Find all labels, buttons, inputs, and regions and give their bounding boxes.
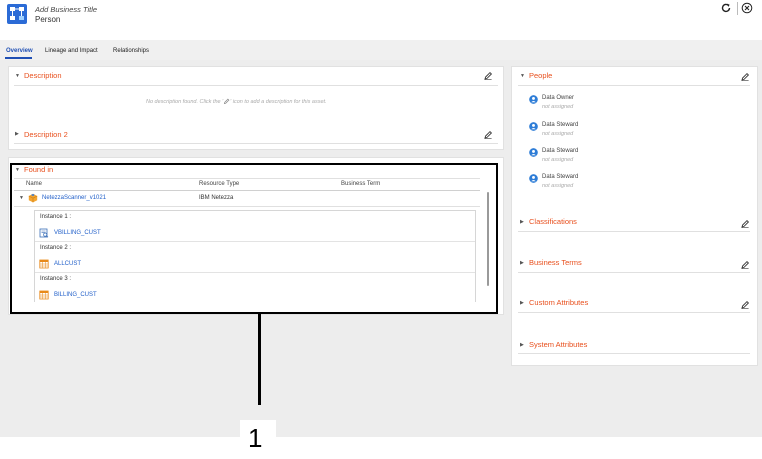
edit-pencil-icon[interactable] — [483, 71, 493, 81]
caret-right-icon[interactable]: ▶ — [520, 300, 524, 306]
business-terms-section-title[interactable]: Business Terms — [529, 258, 582, 267]
caret-right-icon[interactable]: ▶ — [520, 260, 524, 266]
divider — [518, 353, 750, 354]
people-section-title[interactable]: People — [529, 71, 552, 80]
callout-highlight-box — [10, 163, 498, 314]
person-avatar-icon — [529, 95, 538, 104]
edit-pencil-icon[interactable] — [740, 219, 750, 229]
empty-description-text-end: ' icon to add a description for this ass… — [230, 98, 327, 105]
custom-attributes-section-title[interactable]: Custom Attributes — [529, 298, 588, 307]
edit-pencil-icon[interactable] — [740, 260, 750, 270]
edit-pencil-icon[interactable] — [740, 72, 750, 82]
description-section-title[interactable]: Description — [24, 71, 62, 80]
divider — [518, 272, 750, 273]
people-role-value: not assigned — [542, 157, 574, 163]
tab-lineage-and-impact[interactable]: Lineage and Impact — [45, 48, 98, 54]
people-role-label: Data Steward — [542, 122, 579, 128]
description-panel — [8, 66, 504, 150]
person-avatar-icon — [529, 148, 538, 157]
asset-type: Person — [35, 15, 61, 24]
caret-right-icon[interactable]: ▶ — [520, 219, 524, 225]
edit-pencil-icon[interactable] — [740, 300, 750, 310]
divider — [518, 231, 750, 232]
person-avatar-icon — [529, 174, 538, 183]
people-role-label: Data Steward — [542, 174, 579, 180]
people-role-value: not assigned — [542, 131, 574, 137]
description2-section-title[interactable]: Description 2 — [24, 130, 68, 139]
refresh-icon[interactable] — [720, 2, 732, 14]
caret-down-icon[interactable]: ▼ — [15, 73, 20, 79]
callout-leader-line — [258, 314, 261, 405]
callout-number: 1 — [248, 423, 263, 453]
divider — [14, 85, 498, 86]
tab-relationships[interactable]: Relationships — [113, 48, 149, 54]
right-side-panel — [511, 66, 758, 366]
caret-right-icon[interactable]: ▶ — [15, 131, 19, 137]
classifications-section-title[interactable]: Classifications — [529, 217, 577, 226]
divider — [518, 85, 750, 86]
tab-bar: Overview Lineage and Impact Relationship… — [0, 40, 762, 60]
divider — [14, 143, 498, 144]
data-structure-icon — [7, 4, 27, 24]
people-role-label: Data Steward — [542, 148, 579, 154]
empty-description-text-start: No description found. Click the ' — [146, 98, 224, 105]
edit-pencil-icon[interactable] — [483, 130, 493, 140]
tab-overview[interactable]: Overview — [6, 48, 33, 54]
asset-header: Add Business Title Person — [0, 0, 762, 40]
close-circle-icon[interactable] — [741, 2, 753, 14]
divider — [518, 312, 750, 313]
people-role-value: not assigned — [542, 183, 574, 189]
person-avatar-icon — [529, 122, 538, 131]
active-tab-indicator — [5, 57, 32, 59]
caret-right-icon[interactable]: ▶ — [520, 342, 524, 348]
asset-title[interactable]: Add Business Title — [35, 5, 97, 14]
caret-down-icon[interactable]: ▼ — [520, 73, 525, 79]
people-role-value: not assigned — [542, 104, 574, 110]
system-attributes-section-title[interactable]: System Attributes — [529, 340, 587, 349]
people-role-label: Data Owner — [542, 95, 575, 101]
header-divider — [737, 2, 738, 15]
empty-description-message: No description found. Click the ' ' icon … — [146, 98, 327, 105]
